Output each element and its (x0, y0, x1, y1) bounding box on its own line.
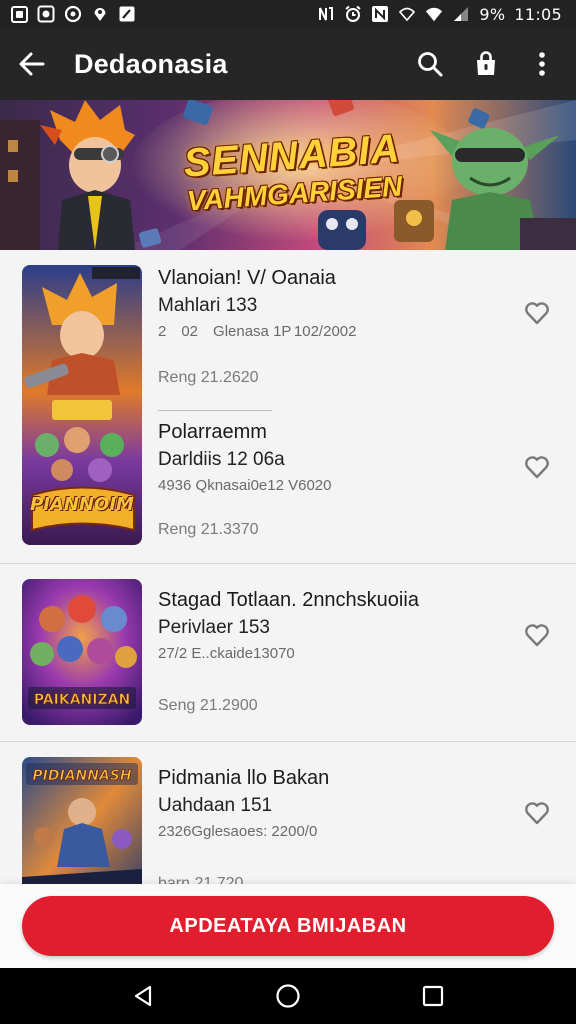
data-icon (398, 5, 416, 23)
favorite-button[interactable] (518, 794, 556, 832)
app-screen: 9% 11:05 Dedaonasia SENNABIA VAHMGARISIE… (0, 0, 576, 1024)
alarm-icon (344, 5, 362, 23)
battery-level: 9% (479, 4, 506, 24)
item-subtitle: Mahlari 133 (158, 295, 258, 316)
item-title: Stagad Totlaan. 2nnchskuoiia (158, 589, 419, 611)
status-time: 11:05 (514, 4, 562, 24)
app-toolbar: Dedaonasia (0, 28, 576, 100)
search-icon (418, 52, 443, 77)
n-icon (371, 5, 389, 23)
bottom-action-bar: APDEATAYA BMIJABAN (0, 884, 576, 968)
favorite-button[interactable] (518, 294, 556, 332)
search-button[interactable] (402, 28, 458, 100)
favorite-button[interactable] (518, 448, 556, 486)
status-bar: 9% 11:05 (0, 0, 576, 28)
item-title: Polarraemm (158, 421, 267, 443)
recents-square-icon (423, 985, 444, 1007)
list-card: Vlanoian! V/ Oanaia Mahlari 133 2 02 Gle… (0, 250, 576, 562)
signal-icon (452, 5, 470, 23)
item-meta: 2 02 Glenasa 1P 102/2002 (158, 323, 357, 340)
status-right-icons: 9% 11:05 (317, 5, 562, 24)
entry-list[interactable]: Vlanoian! V/ Oanaia Mahlari 133 2 02 Gle… (0, 250, 576, 890)
bag-button[interactable] (458, 28, 514, 100)
item-subtitle: Darldiis 12 06a (158, 449, 285, 470)
page-title: Dedaonasia (74, 48, 228, 79)
favorite-button[interactable] (518, 616, 556, 654)
heart-icon (525, 302, 549, 325)
item-title: Pidmania llo Bakan (158, 767, 330, 789)
cover-title-text: PAIKANIZAN (34, 692, 130, 708)
promo-banner[interactable]: SENNABIA VAHMGARISIEN (0, 100, 576, 250)
primary-action-button[interactable]: APDEATAYA BMIJABAN (22, 896, 554, 956)
item-divider (158, 410, 272, 411)
list-card: PIDIANNASH Pidmania llo Bakan Uahdaan 15… (0, 742, 576, 890)
flag-icon (118, 5, 136, 23)
list-item[interactable]: Vlanoian! V/ Oanaia Mahlari 133 2 02 Gle… (158, 266, 518, 396)
nav-recents-button[interactable] (403, 968, 463, 1024)
system-nav-bar (0, 968, 576, 1024)
heart-icon (525, 456, 549, 479)
nav-back-button[interactable] (113, 968, 173, 1024)
nav-home-button[interactable] (258, 968, 318, 1024)
back-button[interactable] (2, 28, 62, 100)
back-triangle-icon (134, 985, 151, 1007)
heart-icon (525, 802, 549, 825)
back-arrow-icon (19, 52, 45, 76)
nfc-icon (317, 5, 335, 23)
bag-icon (477, 51, 495, 75)
cover-title-text: PIDIANNASH (32, 768, 131, 784)
item-meta: 2326Gglesaoes: 2200/0 (158, 823, 318, 840)
item-subtitle: Perivlaer 153 (158, 617, 270, 638)
more-vert-icon (539, 52, 545, 76)
item-price: Seng 21.2900 (158, 697, 258, 714)
item-subtitle: Uahdaan 151 (158, 795, 273, 816)
wifi-icon (425, 5, 443, 23)
location-icon (91, 5, 109, 23)
list-card: PAIKANIZAN Stagad Totlaan. 2nnchskuoiia … (0, 564, 576, 740)
gallery-icon (10, 5, 28, 23)
more-options-button[interactable] (514, 28, 570, 100)
image-icon (37, 5, 55, 23)
cover-overlay-text: PIANNOIM (30, 494, 134, 515)
cover-artwork: PAIKANIZAN (22, 579, 142, 725)
cover-artwork: PIDIANNASH (22, 757, 142, 890)
list-item[interactable]: Stagad Totlaan. 2nnchskuoiia Perivlaer 1… (158, 588, 518, 718)
item-meta: 27/2 E..ckaide13070 (158, 645, 295, 662)
home-circle-icon (276, 984, 300, 1008)
status-left-icons (10, 5, 136, 23)
item-meta: 4936 Qknasai0e12 V6020 (158, 477, 332, 494)
item-price: Reng 21.2620 (158, 369, 259, 386)
item-price: Reng 21.3370 (158, 521, 259, 538)
cover-image[interactable]: PAIKANIZAN (22, 579, 142, 725)
list-item[interactable]: Pidmania llo Bakan Uahdaan 151 2326Ggles… (158, 766, 518, 890)
list-item[interactable]: Polarraemm Darldiis 12 06a 4936 Qknasai0… (158, 420, 518, 550)
item-title: Vlanoian! V/ Oanaia (158, 267, 336, 289)
cover-image[interactable]: PIDIANNASH (22, 757, 142, 890)
heart-icon (525, 624, 549, 647)
sync-icon (64, 5, 82, 23)
